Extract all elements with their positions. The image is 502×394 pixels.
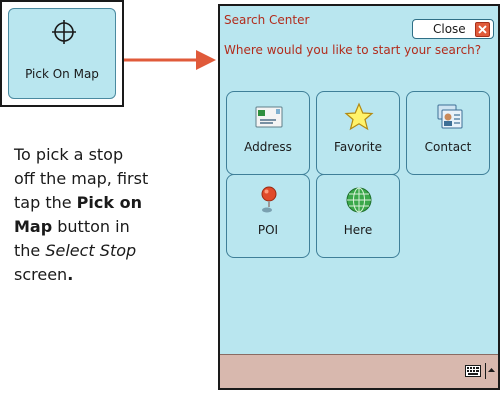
poi-label: POI [257, 223, 279, 237]
close-icon [475, 22, 490, 37]
here-label: Here [343, 223, 373, 237]
keyboard-icon[interactable] [465, 365, 481, 377]
search-prompt: Where would you like to start your searc… [224, 43, 482, 57]
close-button[interactable]: Close [412, 19, 494, 39]
address-label: Address [244, 140, 292, 154]
envelope-icon [255, 106, 283, 128]
here-tile[interactable]: Here [316, 174, 400, 258]
contact-label: Contact [424, 140, 472, 154]
pick-on-map-label: Pick On Map [25, 67, 99, 81]
bottom-toolbar [220, 354, 498, 388]
contact-card-icon [437, 104, 463, 129]
star-icon [344, 102, 374, 131]
caret-up-icon[interactable] [485, 363, 495, 379]
search-center-screen: Search Center Close Where would you like… [218, 4, 500, 390]
close-button-label: Close [433, 22, 466, 36]
pointer-arrow-icon [124, 50, 216, 70]
pick-on-map-button[interactable]: Pick On Map [8, 8, 116, 99]
map-pin-icon [261, 186, 277, 213]
globe-icon [346, 187, 372, 213]
favorite-label: Favorite [334, 140, 382, 154]
contact-tile[interactable]: Contact [406, 91, 490, 175]
pick-on-map-callout: Pick On Map [0, 0, 124, 107]
instruction-text: To pick a stop off the map, first tap th… [14, 145, 149, 284]
poi-tile[interactable]: POI [226, 174, 310, 258]
screen-title: Search Center [224, 13, 310, 27]
crosshair-icon [52, 20, 76, 44]
address-tile[interactable]: Address [226, 91, 310, 175]
favorite-tile[interactable]: Favorite [316, 91, 400, 175]
